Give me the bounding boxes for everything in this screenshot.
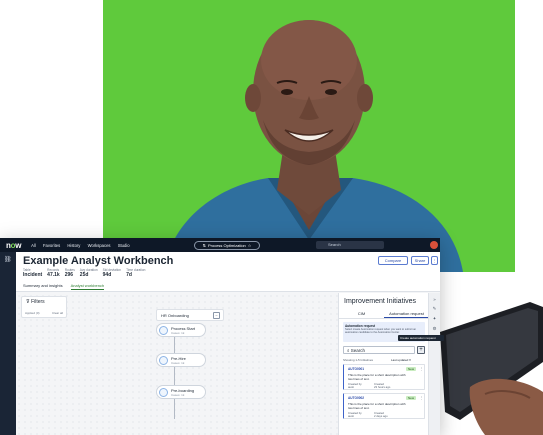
initiative-card[interactable]: AUTO0002 New ⋮ This is the place for a s… xyxy=(343,393,425,419)
showing-count: Showing 1-5 Initiatives xyxy=(343,358,374,362)
initiative-description: This is the place for a short descriptio… xyxy=(348,373,406,381)
filters-label: ⊽ Filters xyxy=(26,299,45,305)
created-time: Created 23 hours ago xyxy=(374,382,391,390)
lightbulb-icon[interactable]: ✦ xyxy=(429,316,440,322)
smiling-man-illustration xyxy=(163,20,463,272)
node-cases: Cases: 1k xyxy=(171,361,185,365)
create-automation-request-button[interactable]: + xyxy=(417,346,425,354)
stat-time-duration: Time duration 7d xyxy=(126,268,146,278)
clear-filters-link[interactable]: Clear all xyxy=(52,311,63,315)
initiative-description: This is the place for a short descriptio… xyxy=(348,402,406,410)
process-icon: ⇅ xyxy=(202,242,206,248)
nav-history[interactable]: History xyxy=(67,243,80,248)
edit-icon[interactable]: ✎ xyxy=(429,306,440,312)
marketing-composite: now All Favorites History Workspaces Stu… xyxy=(0,0,543,435)
user-avatar[interactable] xyxy=(430,241,438,249)
edge-line xyxy=(174,399,175,419)
tab-analyst-workbench[interactable]: Analyst workbench xyxy=(70,283,105,290)
more-options-button[interactable]: ⋮ xyxy=(431,256,438,265)
status-badge: New xyxy=(406,396,417,400)
activity-icon xyxy=(159,388,168,397)
process-graph-canvas[interactable]: ⊽ Filters Applied (0) Clear all HR Onboa… xyxy=(16,293,338,435)
created-time: Created 2 days ago xyxy=(374,411,388,419)
edge-line xyxy=(174,337,175,353)
top-nav-menu: All Favorites History Workspaces Studio xyxy=(31,243,135,248)
collapse-icon[interactable]: » xyxy=(429,297,440,302)
play-icon xyxy=(159,326,168,335)
page-title: Example Analyst Workbench xyxy=(23,255,174,267)
tab-automation-request[interactable]: Automation request xyxy=(384,311,429,318)
panel-tabs: CIM Automation request xyxy=(339,311,429,319)
stat-avg-duration: Avg duration 25d xyxy=(79,268,98,278)
settings-icon[interactable]: ⚙ xyxy=(429,326,440,332)
stat-records: Records 47.1k xyxy=(47,268,60,278)
servicenow-workbench-window: now All Favorites History Workspaces Stu… xyxy=(0,238,440,435)
created-by: Created by austi xyxy=(348,382,362,390)
process-group-label: HR Onboarding xyxy=(161,313,189,318)
top-navigation-bar: now All Favorites History Workspaces Stu… xyxy=(0,238,440,252)
card-menu-icon[interactable]: ⋮ xyxy=(420,396,424,400)
process-node-start[interactable]: Process Start Cases: 1k xyxy=(156,323,206,337)
star-icon[interactable]: ☆ xyxy=(248,243,252,248)
stat-std-deviation: Std deviation 94d xyxy=(102,268,122,278)
workbench-header: Example Analyst Workbench Table Incident … xyxy=(16,252,440,292)
panel-side-rail: » ✎ ✦ ⚙ xyxy=(428,293,440,435)
create-automation-tooltip: Create automation request xyxy=(398,335,444,341)
compare-button[interactable]: Compare xyxy=(378,256,408,265)
filters-panel[interactable]: ⊽ Filters Applied (0) Clear all xyxy=(21,296,67,318)
nav-studio[interactable]: Studio xyxy=(118,243,130,248)
sort-dropdown[interactable]: Last updated ▾ xyxy=(391,358,411,362)
status-badge: New xyxy=(406,367,417,371)
initiative-card[interactable]: AUTO0001 New ⋮ This is the place for a s… xyxy=(343,364,425,390)
share-button[interactable]: Share xyxy=(411,256,429,265)
improvement-initiatives-panel: Improvement Initiatives CIM Automation r… xyxy=(338,293,429,435)
workspace-pill[interactable]: ⇅ Process Optimization ☆ xyxy=(194,240,260,250)
tablet-in-hand-illustration xyxy=(440,302,543,435)
process-group-header[interactable]: HR Onboarding − xyxy=(156,309,224,321)
stat-routes: Routes 296 xyxy=(64,268,75,278)
notice-text: Select create Automation request when yo… xyxy=(345,328,417,335)
edge-line xyxy=(174,367,175,385)
stats-row: Table Incident Records 47.1k Routes 296 Avg… xyxy=(23,268,146,278)
person-photo xyxy=(103,0,515,272)
servicenow-logo[interactable]: now xyxy=(6,241,21,250)
applied-filters-count[interactable]: Applied (0) xyxy=(25,311,40,315)
card-menu-icon[interactable]: ⋮ xyxy=(420,367,424,371)
process-node-pre-boarding[interactable]: Pre-boarding Cases: 1k xyxy=(156,385,206,399)
node-cases: Cases: 1k xyxy=(171,393,185,397)
workbench-tabs: Summary and insights Analyst workbench xyxy=(23,283,105,290)
nav-favorites[interactable]: Favorites xyxy=(43,243,60,248)
hierarchy-icon[interactable]: ⛓ xyxy=(4,256,12,263)
activity-icon xyxy=(159,356,168,365)
initiative-id[interactable]: AUTO0002 xyxy=(348,396,364,400)
workspace-pill-label: Process Optimization xyxy=(207,242,246,248)
initiatives-search-input[interactable]: ⌕ Search xyxy=(343,346,415,354)
node-cases: Cases: 1k xyxy=(171,331,185,335)
nav-workspaces[interactable]: Workspaces xyxy=(88,243,111,248)
initiative-id[interactable]: AUTO0001 xyxy=(348,367,364,371)
tab-cim[interactable]: CIM xyxy=(339,311,384,318)
stat-table: Table Incident xyxy=(23,268,43,278)
global-search-input[interactable]: Search xyxy=(316,241,384,249)
tab-summary-and-insights[interactable]: Summary and insights xyxy=(23,283,63,290)
collapse-group-button[interactable]: − xyxy=(213,312,220,319)
left-rail: ⛓ xyxy=(0,252,16,435)
process-node-pre-hire[interactable]: Pre-Hire Cases: 1k xyxy=(156,353,206,367)
nav-all[interactable]: All xyxy=(31,243,36,248)
panel-title: Improvement Initiatives xyxy=(344,298,416,305)
created-by: Created by austi xyxy=(348,411,362,419)
